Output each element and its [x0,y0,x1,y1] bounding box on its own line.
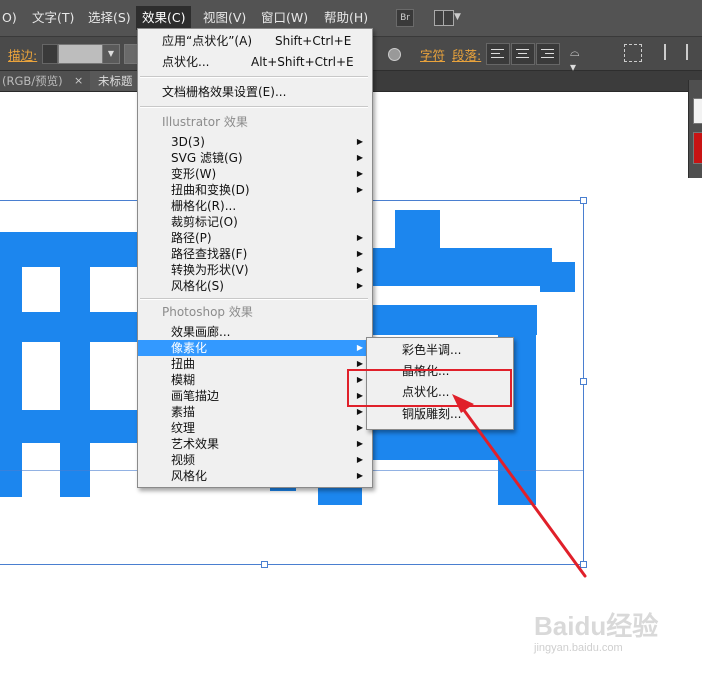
paragraph-panel-link[interactable]: 段落: [452,45,481,64]
fill-swatch[interactable] [693,98,702,124]
annotation-highlight-box [347,369,512,407]
menu-header-photoshop: Photoshop 效果 [162,305,253,319]
arrange-documents-icon[interactable] [434,10,454,26]
align-objects-icon[interactable] [664,44,676,60]
transform-icon[interactable] [624,44,642,62]
warp-text-icon[interactable]: ⌓ ▾ [570,45,588,74]
submenu-arrow-icon: ▶ [356,185,363,194]
effect-menu-dropdown: 应用“点状化”(A) Shift+Ctrl+E 点状化... Alt+Shift… [137,28,373,488]
submenu-arrow-icon: ▶ [356,439,363,448]
menu-window[interactable]: 窗口(W) [259,10,310,26]
menu-item-warp[interactable]: 变形(W) ▶ [138,166,372,182]
stroke-label[interactable]: 描边: [8,45,37,64]
menu-view[interactable]: 视图(V) [201,10,248,26]
character-panel-link[interactable]: 字符 [420,45,445,64]
menu-item-svg-filters[interactable]: SVG 滤镜(G) ▶ [138,150,372,166]
menu-item-brush-strokes[interactable]: 画笔描边 ▶ [138,388,372,404]
submenu-arrow-icon: ▶ [356,423,363,432]
menu-item-distort-transform[interactable]: 扭曲和变换(D) ▶ [138,182,372,198]
menu-item-distort[interactable]: 扭曲 ▶ [138,356,372,372]
distribute-icon[interactable] [686,44,702,60]
menu-item-video[interactable]: 视频 ▶ [138,452,372,468]
menu-item-raster-settings[interactable]: 文档栅格效果设置(E)... [138,84,372,100]
submenu-arrow-icon: ▶ [356,153,363,162]
resize-handle[interactable] [580,378,587,385]
stroke-stepper[interactable] [42,44,58,64]
baidu-jingyan-watermark: Baidu经验 jingyan.baidu.com [534,596,694,666]
menu-item-artistic[interactable]: 艺术效果 ▶ [138,436,372,452]
chevron-down-icon[interactable]: ▼ [454,12,461,22]
menu-separator [140,106,368,108]
menu-item-apply-last-effect[interactable]: 应用“点状化”(A) Shift+Ctrl+E [138,33,372,49]
menu-item-3d[interactable]: 3D(3) ▶ [138,134,372,150]
menu-item-pixelate[interactable]: 像素化 ▶ [138,340,372,356]
menu-separator [140,298,368,300]
globe-icon[interactable] [388,48,401,61]
stroke-swatch[interactable] [693,132,702,164]
menu-help[interactable]: 帮助(H) [322,10,370,26]
submenu-arrow-icon: ▶ [356,233,363,242]
bridge-button[interactable]: Br [396,9,414,27]
menu-separator [140,76,368,78]
menu-type[interactable]: 文字(T) [30,10,76,26]
submenu-arrow-icon: ▶ [356,169,363,178]
menu-item-pathfinder[interactable]: 路径查找器(F) ▶ [138,246,372,262]
watermark-brand: Baidu经验 [534,611,659,641]
align-left-icon[interactable] [486,43,510,65]
menu-item-blur[interactable]: 模糊 ▶ [138,372,372,388]
menu-item-crop-marks[interactable]: 裁剪标记(O) [138,214,372,230]
submenu-arrow-icon: ▶ [356,471,363,480]
menu-item-texture[interactable]: 纹理 ▶ [138,420,372,436]
stroke-dropdown-icon[interactable]: ▼ [102,44,120,64]
align-right-icon[interactable] [536,43,560,65]
menu-item-rasterize[interactable]: 栅格化(R)... [138,198,372,214]
menu-item-sketch[interactable]: 素描 ▶ [138,404,372,420]
stroke-weight-field[interactable] [58,44,104,64]
close-icon[interactable]: × [74,71,83,91]
watermark-url: jingyan.baidu.com [534,642,623,654]
align-center-icon[interactable] [511,43,535,65]
menu-item-stylize-ps[interactable]: 风格化 ▶ [138,468,372,484]
submenu-arrow-icon: ▶ [356,455,363,464]
menu-item-convert-to-shape[interactable]: 转换为形状(V) ▶ [138,262,372,278]
menu-item-effect-gallery[interactable]: 效果画廊... [138,324,372,340]
resize-handle[interactable] [261,561,268,568]
submenu-arrow-icon: ▶ [356,281,363,290]
submenu-arrow-icon: ▶ [356,249,363,258]
menu-effect[interactable]: 效果(C) [136,6,192,30]
menu-item-path[interactable]: 路径(P) ▶ [138,230,372,246]
resize-handle[interactable] [580,561,587,568]
submenu-arrow-icon: ▶ [356,137,363,146]
menu-header-illustrator: Illustrator 效果 [162,115,248,129]
menu-item-stylize-ai[interactable]: 风格化(S) ▶ [138,278,372,294]
menu-object[interactable]: O) [0,10,19,26]
submenu-arrow-icon: ▶ [356,265,363,274]
menu-select[interactable]: 选择(S) [86,10,133,26]
submenu-item-mezzotint[interactable]: 铜版雕刻... [367,404,513,424]
submenu-item-color-halftone[interactable]: 彩色半调... [367,340,513,360]
resize-handle[interactable] [580,197,587,204]
submenu-arrow-icon: ▶ [356,343,363,352]
menu-item-last-effect[interactable]: 点状化... Alt+Shift+Ctrl+E [138,54,372,70]
